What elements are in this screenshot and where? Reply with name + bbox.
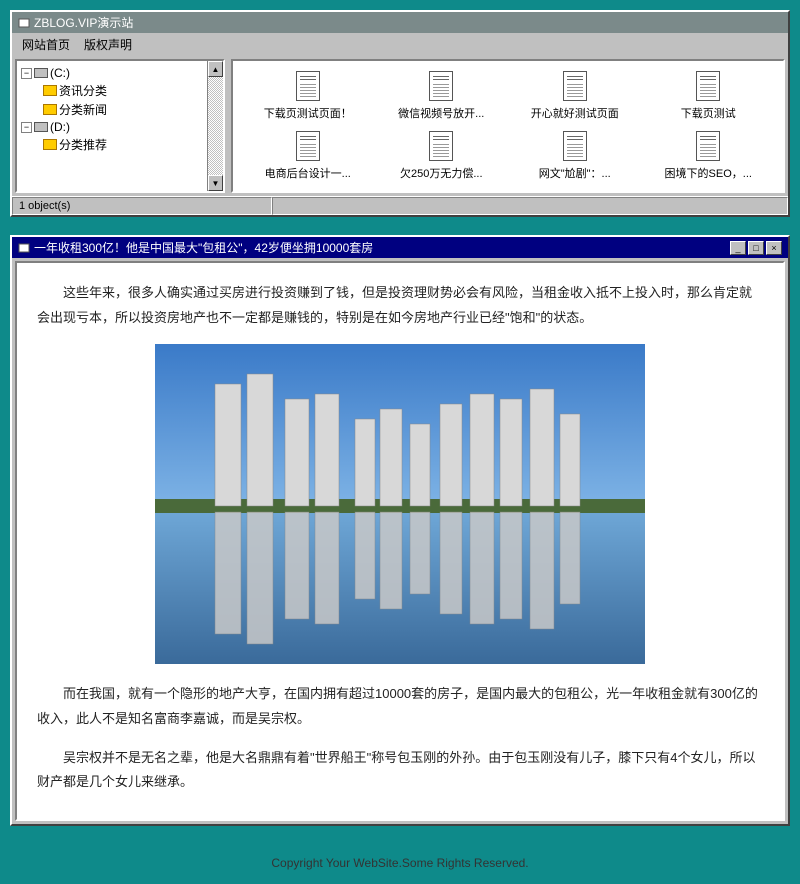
file-label: 困境下的SEO，... <box>644 165 774 181</box>
document-icon <box>696 131 720 161</box>
file-item[interactable]: 微信视频号放开... <box>377 71 507 121</box>
file-item[interactable]: 网文"尬剧"：... <box>510 131 640 181</box>
article-paragraph: 而在我国，就有一个隐形的地产大亨，在国内拥有超过10000套的房子，是国内最大的… <box>37 682 763 731</box>
tree-folder[interactable]: 分类新闻 <box>43 100 219 119</box>
article-title: 一年收租300亿！他是中国最大"包租公"，42岁便坐拥10000套房 <box>34 239 373 256</box>
document-icon <box>429 131 453 161</box>
maximize-button[interactable]: □ <box>748 241 764 255</box>
app-icon <box>18 242 30 254</box>
file-item[interactable]: 电商后台设计一... <box>243 131 373 181</box>
file-item[interactable]: 欠250万无力偿... <box>377 131 507 181</box>
document-icon <box>429 71 453 101</box>
document-icon <box>563 71 587 101</box>
scroll-up-icon[interactable]: ▲ <box>208 61 223 77</box>
tree-scrollbar[interactable]: ▲ ▼ <box>207 61 223 191</box>
tree-folder[interactable]: 分类推荐 <box>43 135 219 154</box>
menu-home[interactable]: 网站首页 <box>16 35 76 54</box>
scroll-track[interactable] <box>208 77 223 175</box>
explorer-body: − (C:) 资讯分类 分类新闻 − (D:) <box>12 56 788 196</box>
menubar: 网站首页 版权声明 <box>12 33 788 56</box>
window-title: ZBLOG.VIP演示站 <box>34 14 133 31</box>
folder-label: 分类新闻 <box>59 101 107 118</box>
drive-icon <box>34 68 48 78</box>
tree-drive-c[interactable]: − (C:) <box>21 65 219 81</box>
drive-icon <box>34 122 48 132</box>
folder-icon <box>43 104 57 115</box>
article-window: 一年收租300亿！他是中国最大"包租公"，42岁便坐拥10000套房 _ □ ×… <box>10 235 790 826</box>
tree-drive-d[interactable]: − (D:) <box>21 119 219 135</box>
file-label: 网文"尬剧"：... <box>510 165 640 181</box>
footer-copyright: Copyright Your WebSite.Some Rights Reser… <box>10 844 790 874</box>
explorer-window: ZBLOG.VIP演示站 网站首页 版权声明 − (C:) 资讯分类 分类新闻 <box>10 10 790 217</box>
folder-icon <box>43 85 57 96</box>
collapse-icon[interactable]: − <box>21 122 32 133</box>
drive-label: (D:) <box>50 120 70 134</box>
statusbar: 1 object(s) <box>12 196 788 215</box>
file-item[interactable]: 下载页测试 <box>644 71 774 121</box>
collapse-icon[interactable]: − <box>21 68 32 79</box>
document-icon <box>563 131 587 161</box>
scroll-down-icon[interactable]: ▼ <box>208 175 223 191</box>
article-paragraph: 吴宗权并不是无名之辈，他是大名鼎鼎有着"世界船王"称号包玉刚的外孙。由于包玉刚没… <box>37 746 763 795</box>
file-label: 下载页测试 <box>644 105 774 121</box>
folder-label: 资讯分类 <box>59 82 107 99</box>
article-paragraph: 这些年来，很多人确实通过买房进行投资赚到了钱，但是投资理财势必会有风险，当租金收… <box>37 281 763 330</box>
article-body: 这些年来，很多人确实通过买房进行投资赚到了钱，但是投资理财势必会有风险，当租金收… <box>15 261 785 821</box>
status-text: 1 object(s) <box>12 197 272 215</box>
files-panel: 下载页测试页面！ 微信视频号放开... 开心就好测试页面 下载页测试 电商后台设… <box>231 59 785 193</box>
drive-label: (C:) <box>50 66 70 80</box>
tree-panel: − (C:) 资讯分类 分类新闻 − (D:) <box>15 59 225 193</box>
file-label: 开心就好测试页面 <box>510 105 640 121</box>
article-image <box>155 344 645 664</box>
file-item[interactable]: 下载页测试页面！ <box>243 71 373 121</box>
file-label: 微信视频号放开... <box>377 105 507 121</box>
folder-icon <box>43 139 57 150</box>
file-label: 下载页测试页面！ <box>243 105 373 121</box>
titlebar: ZBLOG.VIP演示站 <box>12 12 788 33</box>
menu-copyright[interactable]: 版权声明 <box>78 35 138 54</box>
file-label: 欠250万无力偿... <box>377 165 507 181</box>
tree-folder[interactable]: 资讯分类 <box>43 81 219 100</box>
app-icon <box>18 17 30 29</box>
document-icon <box>696 71 720 101</box>
document-icon <box>296 71 320 101</box>
file-label: 电商后台设计一... <box>243 165 373 181</box>
file-item[interactable]: 开心就好测试页面 <box>510 71 640 121</box>
status-spacer <box>272 197 788 215</box>
document-icon <box>296 131 320 161</box>
close-button[interactable]: × <box>766 241 782 255</box>
minimize-button[interactable]: _ <box>730 241 746 255</box>
file-item[interactable]: 困境下的SEO，... <box>644 131 774 181</box>
folder-label: 分类推荐 <box>59 136 107 153</box>
article-titlebar: 一年收租300亿！他是中国最大"包租公"，42岁便坐拥10000套房 _ □ × <box>12 237 788 258</box>
